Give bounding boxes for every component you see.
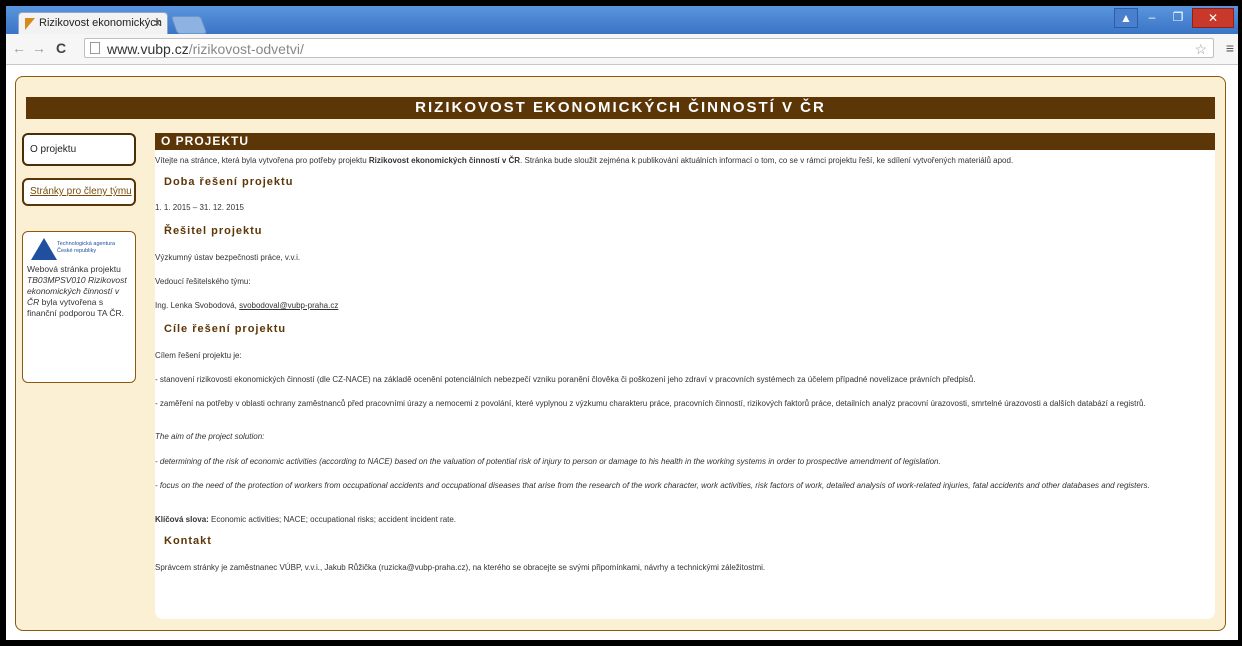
window-controls: ▲ – ❐ ✕	[1114, 8, 1234, 28]
menu-icon[interactable]: ≡	[1226, 40, 1234, 56]
intro-text: Vítejte na stránce, která byla vytvořena…	[155, 156, 1014, 165]
bookmark-star-icon[interactable]: ☆	[1194, 39, 1207, 59]
user-icon[interactable]: ▲	[1114, 8, 1138, 28]
team-lead-email-link[interactable]: svobodoval@vubp-praha.cz	[239, 301, 338, 310]
url-input[interactable]: www.vubp.cz/rizikovost-odvetvi/ ☆	[84, 38, 1214, 58]
section-heading: O PROJEKTU	[155, 133, 1215, 150]
funding-note: Webová stránka projektu	[27, 264, 121, 274]
aim-intro: The aim of the project solution:	[155, 432, 265, 441]
about-project-button[interactable]: O projektu	[22, 133, 136, 166]
logo-subtext: České republiky	[57, 248, 97, 254]
back-icon[interactable]: ←	[12, 40, 26, 56]
main-content: O PROJEKTU Vítejte na stránce, která byl…	[155, 133, 1215, 619]
aim-2: - focus on the need of the protection of…	[155, 481, 1150, 490]
minimize-icon[interactable]: –	[1140, 8, 1164, 26]
site-banner: RIZIKOVOST EKONOMICKÝCH ČINNOSTÍ V ČR	[26, 97, 1215, 119]
tacr-logo: Technologická agentura České republiky	[27, 236, 131, 264]
forward-icon[interactable]: →	[32, 40, 46, 56]
address-bar-row: ← → C www.vubp.cz/rizikovost-odvetvi/ ☆ …	[6, 34, 1238, 65]
solver-text: Výzkumný ústav bezpečnosti práce, v.v.i.	[155, 253, 301, 262]
heading-solver: Řešitel projektu	[164, 225, 263, 237]
contact-text: Správcem stránky je zaměstnanec VÚBP, v.…	[155, 563, 766, 572]
web-page: RIZIKOVOST EKONOMICKÝCH ČINNOSTÍ V ČR O …	[6, 65, 1238, 640]
goals-intro: Cílem řešení projektu je:	[155, 351, 242, 360]
maximize-icon[interactable]: ❐	[1166, 8, 1190, 26]
new-tab-button[interactable]	[170, 16, 208, 34]
keywords: Klíčová slova: Economic activities; NACE…	[155, 515, 457, 524]
heading-goals: Cíle řešení projektu	[164, 323, 287, 335]
tacr-logo-icon	[31, 238, 57, 260]
close-window-icon[interactable]: ✕	[1192, 8, 1234, 28]
url-path: /rizikovost-odvetvi/	[188, 41, 304, 57]
browser-tab[interactable]: Rizikovost ekonomických ×	[18, 12, 168, 34]
team-lead: Ing. Lenka Svobodová, svobodoval@vubp-pr…	[155, 301, 339, 310]
funding-box: Technologická agentura České republiky We…	[22, 231, 136, 383]
duration-text: 1. 1. 2015 – 31. 12. 2015	[155, 203, 244, 212]
goal-1: - stanovení rizikovosti ekonomických čin…	[155, 375, 976, 384]
tab-close-icon[interactable]: ×	[154, 16, 161, 30]
team-pages-link[interactable]: Stránky pro členy týmu	[22, 178, 136, 206]
goal-2: - zaměření na potřeby v oblasti ochrany …	[155, 399, 1146, 408]
favicon-icon	[25, 18, 35, 30]
page-icon	[90, 42, 100, 54]
tab-title: Rizikovost ekonomických	[39, 17, 162, 29]
heading-contact: Kontakt	[164, 535, 212, 547]
tab-bar: Rizikovost ekonomických × ▲ – ❐ ✕	[6, 6, 1238, 34]
team-lead-label: Vedoucí řešitelského týmu:	[155, 277, 251, 286]
logo-text: Technologická agentura	[57, 241, 116, 247]
browser-window: Rizikovost ekonomických × ▲ – ❐ ✕ ← → C …	[6, 6, 1238, 640]
url-host: www.vubp.cz	[107, 41, 189, 57]
aim-1: - determining of the risk of economic ac…	[155, 457, 941, 466]
page-frame: RIZIKOVOST EKONOMICKÝCH ČINNOSTÍ V ČR O …	[15, 76, 1226, 631]
reload-icon[interactable]: C	[56, 40, 66, 56]
heading-duration: Doba řešení projektu	[164, 176, 294, 188]
funding-note-end: byla vytvořena s finanční podporou TA ČR…	[27, 297, 125, 318]
